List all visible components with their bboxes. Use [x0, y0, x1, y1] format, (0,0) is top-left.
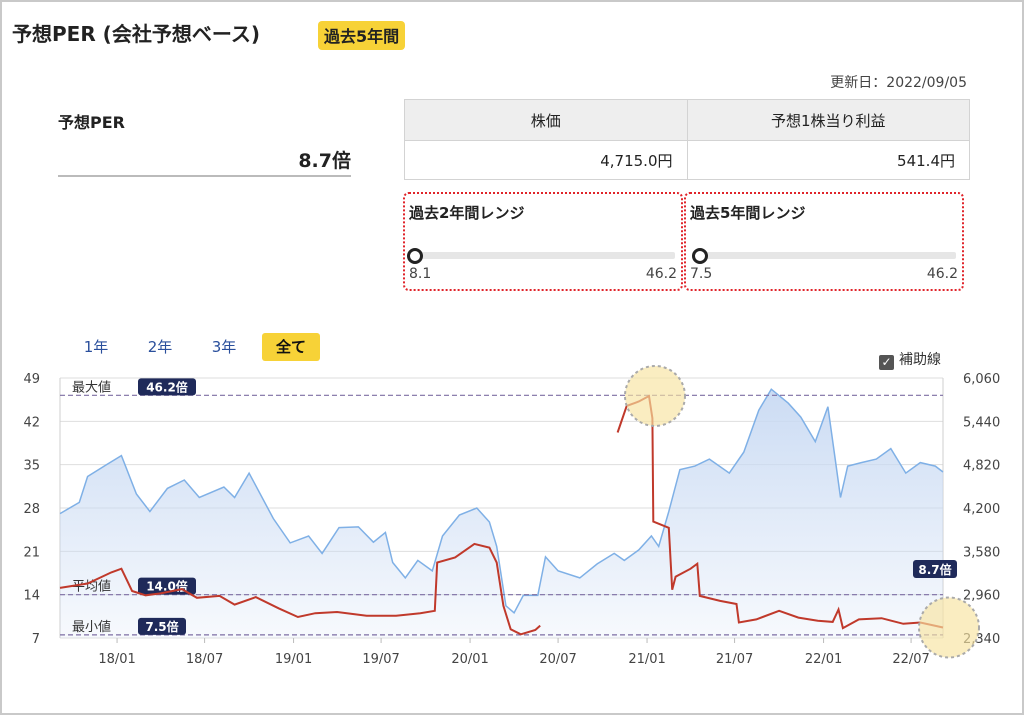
y-right-tick-label: 2,960 — [963, 589, 1000, 604]
updated-date: 更新日：2022/09/05 — [830, 75, 967, 91]
per-label: 予想PER — [58, 113, 125, 132]
y-right-tick-label: 3,580 — [963, 545, 1000, 560]
x-tick-label: 18/01 — [98, 652, 135, 667]
period-badge: 過去5年間 — [318, 21, 406, 50]
current-value-label: 8.7倍 — [918, 562, 951, 577]
y-left-tick-label: 42 — [23, 415, 40, 430]
range-max: 46.2 — [645, 266, 677, 282]
x-tick-label: 19/01 — [275, 652, 312, 667]
range-current-marker — [407, 248, 424, 264]
range-min: 7.5 — [690, 266, 713, 282]
range-max: 46.2 — [926, 266, 958, 282]
range-5-year: 過去5年間レンジ 7.5 46.2 — [684, 192, 964, 291]
y-left-tick-label: 49 — [23, 372, 40, 387]
eps-value: 541.4円 — [686, 140, 970, 180]
price-eps-table: 株価 予想1株当り利益 4,715.0円 541.4円 — [404, 99, 970, 180]
table-header-row: 株価 予想1株当り利益 — [404, 99, 970, 141]
x-tick-label: 20/01 — [451, 652, 488, 667]
range-title: 過去5年間レンジ — [690, 204, 806, 222]
y-left-tick-label: 35 — [23, 459, 40, 474]
tab-all[interactable]: 全て — [262, 333, 320, 361]
eps-header: 予想1株当り利益 — [686, 99, 970, 141]
tab-3-year[interactable]: 3年 — [198, 333, 250, 361]
reference-value-label: 46.2倍 — [146, 379, 188, 394]
y-left-tick-label: 14 — [23, 589, 40, 604]
x-tick-label: 18/07 — [186, 652, 223, 667]
tab-1-year[interactable]: 1年 — [70, 333, 122, 361]
page-title: 予想PER (会社予想ベース) — [12, 22, 260, 46]
range-2-year: 過去2年間レンジ 8.1 46.2 — [403, 192, 683, 291]
x-tick-label: 21/01 — [628, 652, 665, 667]
peak-highlight — [623, 364, 686, 427]
panel-frame: 予想PER (会社予想ベース) 過去5年間 更新日：2022/09/05 予想P… — [0, 0, 1024, 715]
y-left-tick-label: 21 — [23, 545, 40, 560]
range-min: 8.1 — [409, 266, 432, 282]
range-current-marker — [692, 248, 709, 264]
x-tick-label: 22/01 — [805, 652, 842, 667]
y-left-tick-label: 7 — [32, 632, 40, 647]
stock-price-header: 株価 — [404, 99, 688, 141]
y-left-tick-label: 28 — [23, 502, 40, 517]
x-tick-label: 20/07 — [539, 652, 576, 667]
x-tick-label: 22/07 — [892, 652, 929, 667]
range-track — [692, 252, 956, 259]
range-title: 過去2年間レンジ — [409, 204, 525, 222]
per-value: 8.7倍 — [298, 150, 351, 172]
y-right-tick-label: 4,200 — [963, 502, 1000, 517]
reference-value-label: 7.5倍 — [145, 619, 178, 634]
tab-2-year[interactable]: 2年 — [134, 333, 186, 361]
y-right-tick-label: 4,820 — [963, 459, 1000, 474]
y-right-tick-label: 6,060 — [963, 372, 1000, 387]
per-divider — [58, 175, 351, 177]
price-area — [60, 389, 943, 638]
x-tick-label: 21/07 — [716, 652, 753, 667]
reference-label: 最大値 — [72, 379, 111, 395]
range-track — [411, 252, 675, 259]
y-right-tick-label: 5,440 — [963, 415, 1000, 430]
reference-label: 最小値 — [72, 619, 111, 635]
x-tick-label: 19/07 — [362, 652, 399, 667]
current-highlight — [918, 596, 980, 659]
table-row: 4,715.0円 541.4円 — [404, 140, 970, 180]
per-chart: 49 6,060 42 5,440 35 4,820 28 4,200 21 3,580 14 2,9… — [23, 364, 1000, 667]
stock-price-value: 4,715.0円 — [404, 140, 688, 180]
